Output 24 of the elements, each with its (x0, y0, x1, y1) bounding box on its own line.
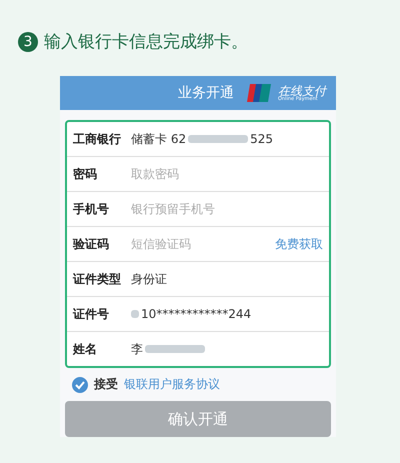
blurred-text (188, 135, 248, 143)
logo-text: 在线支付 (278, 84, 326, 96)
field-value: 储蓄卡 62 (131, 130, 186, 148)
field-label: 证件号 (73, 306, 110, 322)
card-logo-icon (246, 83, 272, 103)
instruction-text: 输入银行卡信息完成绑卡。 (44, 31, 248, 53)
header-title: 业务开通 (178, 84, 234, 102)
agreement-text: 接受 (94, 376, 118, 393)
field-value: 10************244 (141, 307, 252, 321)
blurred-text (145, 345, 205, 353)
field-label: 手机号 (73, 200, 110, 218)
field-label: 验证码 (73, 236, 110, 252)
field-label: 证件类型 (73, 270, 122, 288)
checkbox[interactable] (72, 376, 88, 392)
agreement-link[interactable]: 银联用户服务协议 (124, 376, 220, 393)
step-number: 3 (18, 32, 38, 52)
field-label: 密码 (73, 166, 98, 182)
field-value: 525 (250, 132, 273, 146)
field-label: 姓名 (73, 340, 98, 358)
check-icon (74, 378, 86, 390)
get-code-link[interactable]: 免费获取 (275, 236, 323, 252)
field-label: 工商银行 (73, 130, 122, 148)
field-value: 身份证 (131, 270, 167, 288)
field-value: 李 (131, 340, 143, 358)
